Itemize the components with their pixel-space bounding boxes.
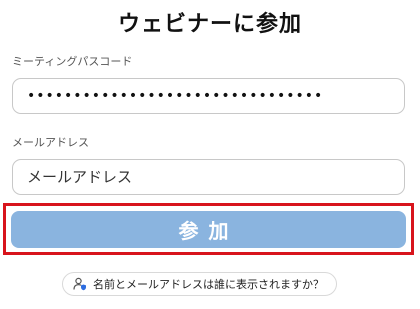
privacy-help-link[interactable]: 名前とメールアドレスは誰に表示されますか？ [62, 272, 337, 296]
email-label: メールアドレス [12, 136, 89, 149]
page-title: ウェビナーに参加 [117, 12, 302, 37]
passcode-label: ミーティングパスコード [12, 55, 133, 68]
privacy-help-text: 名前とメールアドレスは誰に表示されますか？ [93, 278, 324, 291]
passcode-input[interactable] [12, 78, 405, 114]
user-shield-icon [73, 277, 87, 291]
join-button[interactable]: 参加 [11, 211, 406, 248]
email-input[interactable] [12, 159, 405, 195]
